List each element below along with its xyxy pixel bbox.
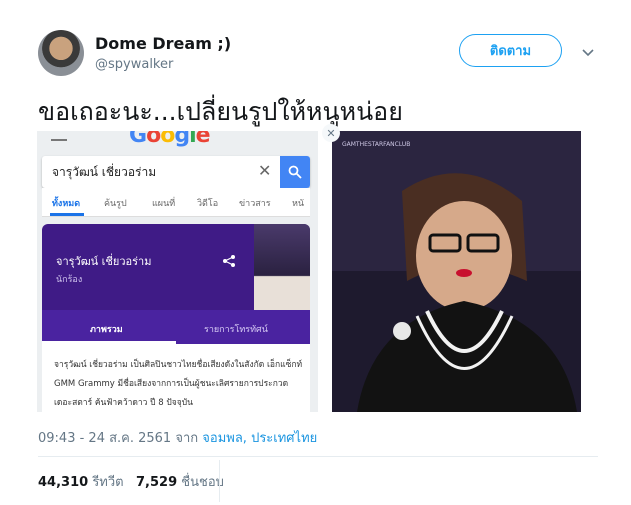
divider: [38, 456, 598, 457]
tab-underline: [50, 213, 84, 216]
tab-images: ค้นรูป: [104, 199, 127, 209]
likes-count[interactable]: 7,529: [136, 475, 177, 490]
chevron-down-icon[interactable]: [580, 44, 596, 60]
watermark: GAMTHESTARFANCLUB: [342, 141, 411, 148]
person-photo: [332, 131, 581, 412]
tab-movies: หนั: [292, 199, 305, 209]
tab-overview: ภาพรวม: [90, 325, 123, 335]
search-query: จารุวัฒน์ เชี่ยวอร่าม: [52, 165, 157, 179]
knowledge-panel: จารุวัฒน์ เชี่ยวอร่าม นักร้อง ภาพรวม ราย…: [42, 224, 310, 412]
media-image-google-search[interactable]: Google จารุวัฒน์ เชี่ยวอร่าม ✕ ทั้งหมด ค…: [37, 131, 318, 412]
knowledge-panel-subtitle: นักร้อง: [56, 275, 83, 285]
tab-news: ข่าวสาร: [239, 199, 271, 209]
knowledge-panel-tabs: ภาพรวม รายการโทรทัศน์: [42, 310, 310, 344]
kp-tab-underline: [42, 341, 176, 344]
stats-separator: [219, 460, 220, 502]
likes-label[interactable]: ชื่นชอบ: [181, 475, 224, 490]
retweets-count[interactable]: 44,310: [38, 475, 88, 490]
knowledge-panel-title: จารุวัฒน์ เชี่ยวอร่าม: [56, 255, 152, 268]
timestamp[interactable]: 09:43 - 24 ส.ค. 2561 จาก: [38, 431, 198, 446]
tab-all: ทั้งหมด: [52, 199, 81, 209]
share-icon: [223, 255, 235, 267]
avatar[interactable]: [38, 30, 84, 76]
tab-maps: แผนที่: [152, 199, 176, 209]
tweet-meta: 09:43 - 24 ส.ค. 2561 จาก จอมพล, ประเทศไท…: [38, 427, 317, 448]
tab-videos: วิดีโอ: [197, 199, 219, 209]
menu-dash: [51, 139, 67, 141]
clear-icon: ✕: [258, 161, 272, 180]
knowledge-panel-description: จารุวัฒน์ เชี่ยวอร่าม เป็นศิลปินชาวไทยชื…: [54, 360, 303, 408]
retweets-label[interactable]: รีทวีต: [92, 475, 123, 490]
search-box: จารุวัฒน์ เชี่ยวอร่าม ✕: [42, 156, 310, 188]
knowledge-panel-header: จารุวัฒน์ เชี่ยวอร่าม นักร้อง: [42, 224, 310, 310]
location-link[interactable]: จอมพล, ประเทศไทย: [202, 431, 317, 446]
tweet-stats: 44,310 รีทวีต 7,529 ชื่นชอบ: [38, 471, 224, 492]
knowledge-panel-photo: [254, 224, 310, 310]
user-handle[interactable]: @spywalker: [95, 57, 173, 72]
close-icon: ✕: [322, 124, 340, 142]
display-name[interactable]: Dome Dream ;): [95, 34, 231, 53]
tab-tv-shows: รายการโทรทัศน์: [204, 325, 268, 335]
follow-button[interactable]: ติดตาม: [459, 34, 562, 67]
media-image-photo[interactable]: GAMTHESTARFANCLUB: [332, 131, 581, 412]
search-tabs: ทั้งหมด ค้นรูป แผนที่ วิดีโอ ข่าวสาร หนั: [42, 188, 310, 217]
search-icon: [280, 156, 310, 188]
google-logo: Google: [129, 131, 211, 148]
tweet-text: ขอเถอะนะ...เปลี่ยนรูปให้หนูหน่อย: [38, 97, 403, 126]
